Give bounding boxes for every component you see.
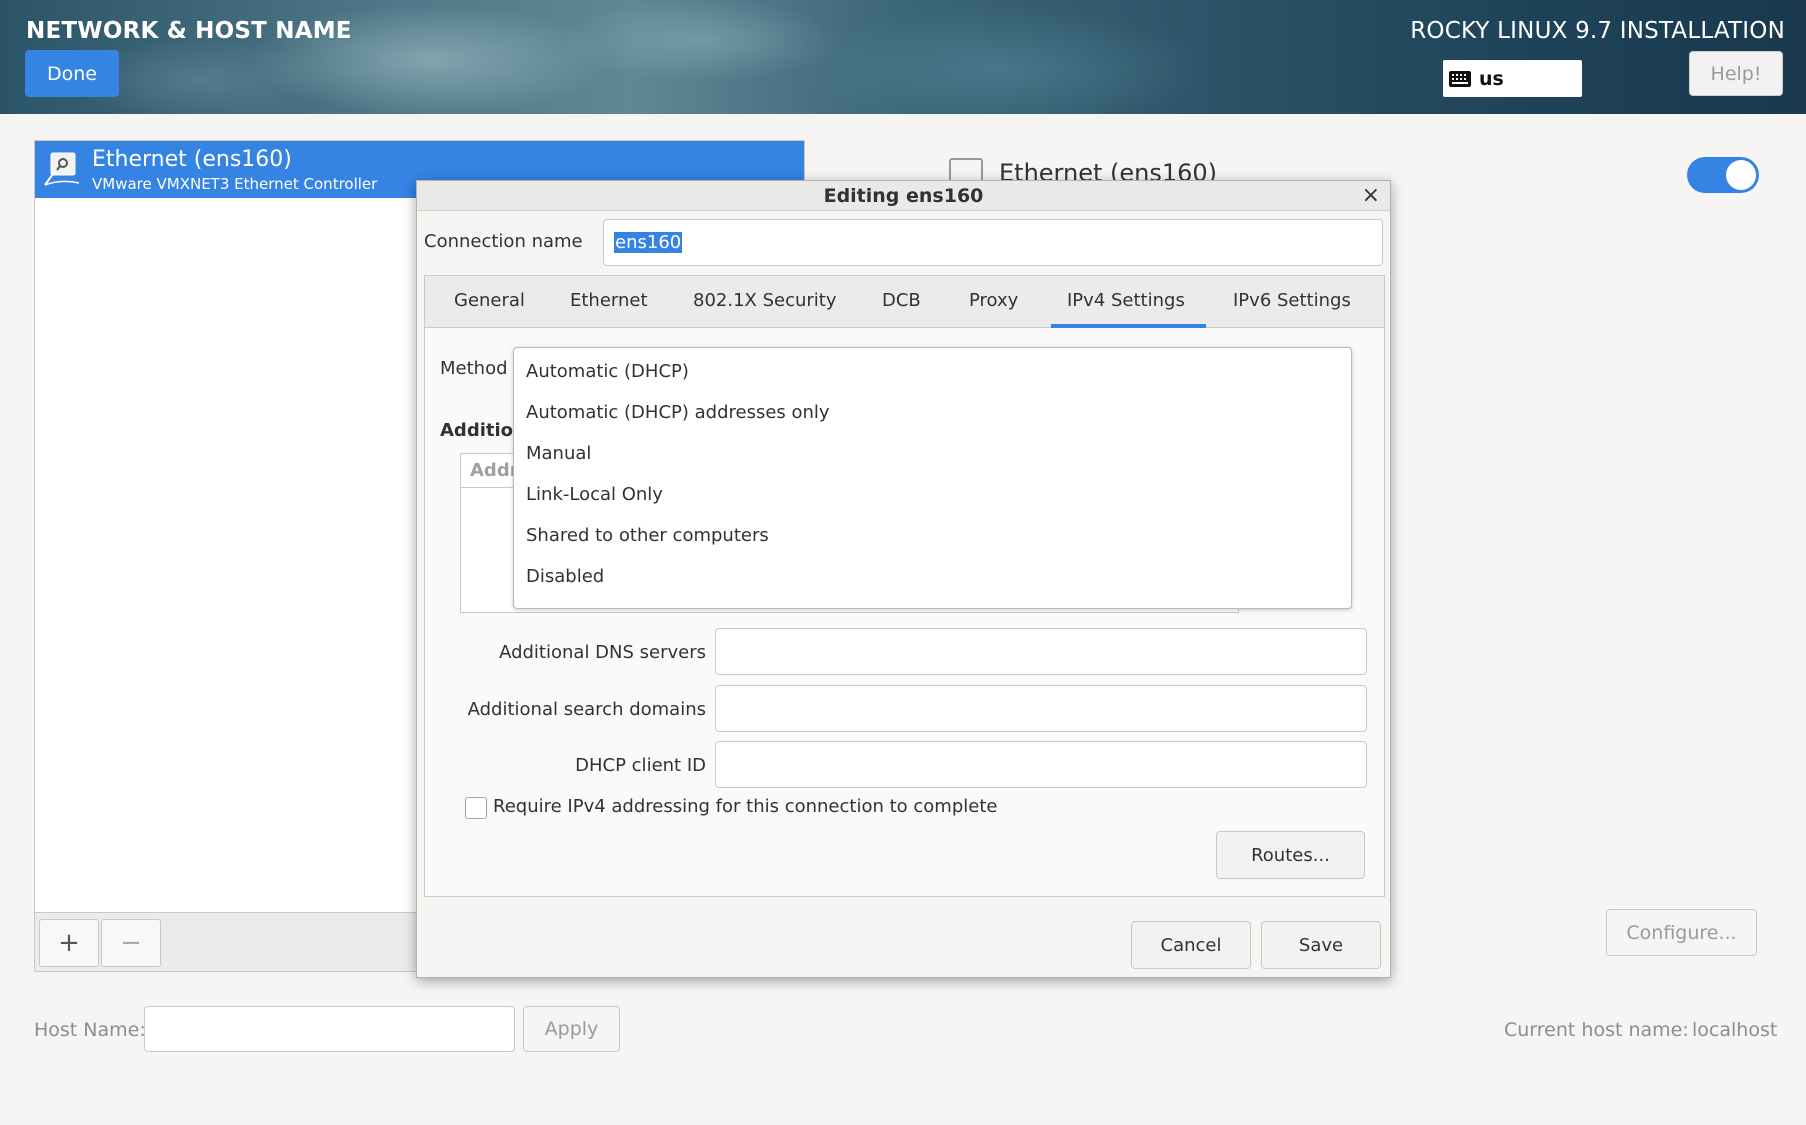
ethernet-icon — [44, 152, 80, 186]
dhcp-client-id-input[interactable] — [715, 741, 1367, 788]
connection-name-input[interactable]: ens160 — [603, 219, 1383, 266]
method-option-dhcp-addresses-only[interactable]: Automatic (DHCP) addresses only — [526, 402, 830, 423]
search-domains-input[interactable] — [715, 685, 1367, 732]
dhcp-client-id-label: DHCP client ID — [575, 755, 706, 776]
tab-ethernet[interactable]: Ethernet — [570, 290, 648, 311]
done-button[interactable]: Done — [25, 50, 119, 97]
active-tab-indicator — [1051, 324, 1206, 328]
remove-device-button[interactable]: − — [101, 919, 161, 967]
current-host-name-value: localhost — [1692, 1019, 1778, 1041]
settings-notebook: General Ethernet 802.1X Security DCB Pro… — [424, 275, 1385, 897]
save-button[interactable]: Save — [1261, 921, 1381, 969]
current-host-name-label: Current host name: — [1504, 1019, 1689, 1041]
add-device-button[interactable]: + — [39, 919, 99, 967]
header-banner: NETWORK & HOST NAME Done ROCKY LINUX 9.7… — [0, 0, 1806, 114]
method-label: Method — [440, 358, 508, 379]
host-name-input[interactable] — [144, 1006, 515, 1052]
tab-proxy[interactable]: Proxy — [969, 290, 1018, 311]
dialog-titlebar: Editing ens160 × — [417, 181, 1390, 211]
apply-button[interactable]: Apply — [523, 1006, 620, 1052]
tab-bar: General Ethernet 802.1X Security DCB Pro… — [425, 276, 1384, 328]
network-device-name: Ethernet (ens160) — [92, 147, 292, 172]
dns-servers-label: Additional DNS servers — [499, 642, 706, 663]
keyboard-layout-indicator[interactable]: us — [1443, 60, 1582, 97]
tab-dcb[interactable]: DCB — [882, 290, 921, 311]
method-dropdown-list[interactable]: Automatic (DHCP) Automatic (DHCP) addres… — [513, 347, 1352, 609]
dialog-title: Editing ens160 — [823, 185, 984, 207]
routes-button[interactable]: Routes... — [1216, 831, 1365, 879]
keyboard-layout-label: us — [1479, 67, 1504, 90]
help-button[interactable]: Help! — [1689, 51, 1783, 96]
require-ipv4-label: Require IPv4 addressing for this connect… — [493, 796, 998, 817]
connection-name-value: ens160 — [614, 232, 683, 253]
host-name-label: Host Name: — [34, 1019, 146, 1041]
method-option-link-local-only[interactable]: Link-Local Only — [526, 484, 663, 505]
require-ipv4-checkbox[interactable] — [465, 797, 487, 819]
page-title: NETWORK & HOST NAME — [26, 18, 352, 44]
tab-ipv6-settings[interactable]: IPv6 Settings — [1233, 290, 1351, 311]
method-option-automatic-dhcp[interactable]: Automatic (DHCP) — [526, 361, 689, 382]
editing-connection-dialog: Editing ens160 × Connection name ens160 … — [416, 180, 1391, 978]
tab-general[interactable]: General — [454, 290, 525, 311]
method-option-disabled[interactable]: Disabled — [526, 566, 604, 587]
method-option-shared[interactable]: Shared to other computers — [526, 525, 769, 546]
keyboard-icon — [1449, 70, 1471, 87]
configure-button[interactable]: Configure... — [1606, 909, 1757, 956]
dns-servers-input[interactable] — [715, 628, 1367, 675]
connection-name-label: Connection name — [424, 231, 583, 252]
device-enable-toggle[interactable] — [1687, 157, 1759, 193]
method-option-manual[interactable]: Manual — [526, 443, 591, 464]
network-device-description: VMware VMXNET3 Ethernet Controller — [92, 175, 378, 193]
tab-ipv4-settings[interactable]: IPv4 Settings — [1067, 290, 1185, 311]
search-domains-label: Additional search domains — [467, 699, 706, 720]
product-title: ROCKY LINUX 9.7 INSTALLATION — [1410, 18, 1785, 44]
network-list-toolbar: + − — [34, 912, 420, 972]
close-icon[interactable]: × — [1362, 183, 1380, 208]
cancel-button[interactable]: Cancel — [1131, 921, 1251, 969]
tab-8021x-security[interactable]: 802.1X Security — [693, 290, 837, 311]
